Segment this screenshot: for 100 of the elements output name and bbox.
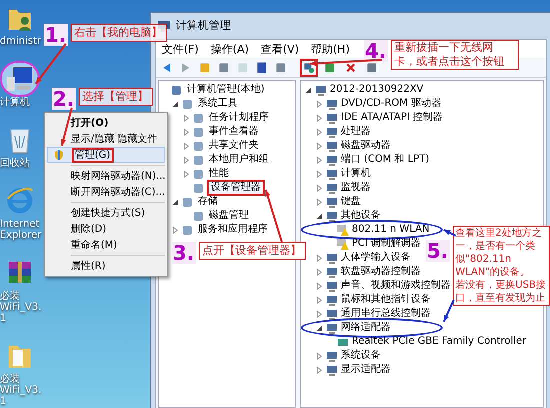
toolbar-button[interactable] [300,58,318,76]
expand-arrow-icon[interactable] [316,142,323,150]
device-icon [326,308,338,320]
expand-arrow-icon[interactable] [183,128,190,136]
collapse-arrow-icon[interactable] [172,198,179,206]
menu-item[interactable]: 映射网络驱动器(N)... [47,168,165,184]
tree-item[interactable]: 存储 [196,196,220,208]
expand-arrow-icon[interactable] [316,268,323,276]
device-tree-item[interactable]: 802.11 n WLAN [352,224,430,236]
device-tree-item[interactable]: 显示适配器 [341,364,391,376]
menu-item[interactable]: 重命名(M) [47,237,165,253]
expand-arrow-icon[interactable] [183,156,190,164]
annotation-box: 点开【设备管理器】 [198,242,306,260]
device-tree-item[interactable]: 端口 (COM 和 LPT) [341,154,430,166]
tree-item[interactable]: 服务和应用程序 [196,224,270,236]
expand-arrow-icon[interactable] [316,156,323,164]
device-tree-item[interactable]: 软盘驱动器控制器 [341,266,421,278]
desktop-icon-label: 回收站 [0,158,30,169]
annotation-arrow [443,300,455,322]
expand-arrow-icon[interactable] [316,128,323,136]
device-tree-item[interactable]: IDE ATA/ATAPI 控制器 [341,112,444,124]
expand-arrow-icon[interactable] [316,296,323,304]
device-icon [326,112,338,124]
collapse-arrow-icon[interactable] [316,324,323,332]
device-tree-item[interactable]: 磁盘驱动器 [341,140,391,152]
collapse-arrow-icon[interactable] [316,212,323,220]
menu-item[interactable]: 显示/隐藏 隐藏文件 [47,131,165,147]
device-icon [326,266,338,278]
window-title: 计算机管理 [176,18,231,34]
device-icon [326,210,338,222]
collapse-arrow-icon[interactable] [172,100,179,108]
device-tree-item[interactable]: 人体学输入设备 [341,252,411,264]
annotation-box: 查看这里2处地方之一，是否有一个类似"802.11n WLAN"的设备。 若没有，更换USB接口，直至有发现为止 [452,226,550,306]
device-icon [326,196,338,208]
menu-item[interactable]: 属性(R) [47,258,165,274]
device-tree-item[interactable]: 键盘 [341,196,361,208]
device-tree-item[interactable]: 2012-20130922XV [330,84,424,96]
scan-hardware-icon [302,60,316,74]
menu-item[interactable]: 删除(D) [47,221,165,237]
expand-arrow-icon[interactable] [316,198,323,206]
desktop-icon-label: 计算机 [0,97,30,108]
menu-item[interactable]: 文件(F) [162,42,199,56]
expand-arrow-icon[interactable] [316,254,323,262]
device-tree-item[interactable]: DVD/CD-ROM 驱动器 [341,98,442,110]
expand-arrow-icon[interactable] [316,114,323,122]
device-icon [326,154,338,166]
expand-arrow-icon[interactable] [316,282,323,290]
menu-item[interactable]: 查看(V) [261,42,300,56]
device-tree-item[interactable]: 系统设备 [341,350,381,362]
device-tree-item[interactable]: 网络适配器 [341,322,391,334]
menu-item[interactable]: 创建快捷方式(S) [47,205,165,221]
step-number: 1. [44,24,68,46]
archive-icon [7,260,33,286]
expand-arrow-icon[interactable] [316,170,323,178]
tree-item[interactable]: 本地用户和组 [207,154,271,166]
menu-item[interactable]: 帮助(H) [311,42,350,56]
device-tree-item[interactable]: 处理器 [341,126,371,138]
menu-item[interactable]: 管理(G) [47,147,165,163]
tree-item[interactable]: 系统工具 [196,98,240,110]
tree-item[interactable]: 磁盘管理 [207,210,251,222]
menu-item[interactable]: 打开(O) [47,115,165,131]
expand-arrow-icon[interactable] [316,352,323,360]
device-tree-item[interactable]: 其他设备 [341,210,381,222]
device-tree-item[interactable]: 计算机 [341,168,371,180]
expand-arrow-icon[interactable] [316,366,323,374]
tree-item[interactable]: 共享文件夹 [207,140,261,152]
collapse-arrow-icon[interactable] [305,86,312,94]
annotation-box: 选择【管理】 [78,88,153,106]
desktop-icon-label: 必装 WiFi_V3.1 [0,291,43,324]
annotation-box: 重新拔插一下无线网卡，或者点击这个按钮 [390,40,519,70]
device-icon [326,126,338,138]
computer-icon [5,65,35,93]
device-tree-item[interactable]: 通用串行总线控制器 [341,308,431,320]
tree-item[interactable]: 性能 [207,168,231,180]
menu-item[interactable]: 操作(A) [210,42,250,56]
device-tree-item[interactable]: Realtek PCIe GBE Family Controller [352,336,527,348]
expand-arrow-icon[interactable] [316,184,323,192]
device-tree-item[interactable]: 声音、视频和游戏控制器 [341,280,451,292]
device-tree-item[interactable]: 鼠标和其他指针设备 [341,294,431,306]
desktop-icon-label: Internet Explorer [0,219,43,241]
expand-arrow-icon[interactable] [183,170,190,178]
device-tree-item[interactable]: 监视器 [341,182,371,194]
device-icon [326,280,338,292]
device-tree-item[interactable]: PCI 调制解调器 [352,238,422,250]
tree-item[interactable]: 设备管理器 [207,180,265,196]
browser-icon [6,187,34,215]
annotation-box: 右击【我的电脑】 [70,24,167,42]
expand-arrow-icon[interactable] [172,226,179,234]
tree-item[interactable]: 计算机管理(本地) [185,84,267,96]
step-number: 4. [364,40,388,62]
device-icon [326,182,338,194]
expand-arrow-icon[interactable] [183,142,190,150]
device-icon [326,322,338,334]
desktop-icon-frame[interactable] [0,61,40,97]
expand-arrow-icon[interactable] [316,100,323,108]
tree-item[interactable]: 任务计划程序 [207,112,271,124]
expand-arrow-icon[interactable] [316,310,323,318]
tree-item[interactable]: 事件查看器 [207,126,261,138]
menu-item[interactable]: 断开网络驱动器(C)... [47,184,165,200]
expand-arrow-icon[interactable] [183,114,190,122]
